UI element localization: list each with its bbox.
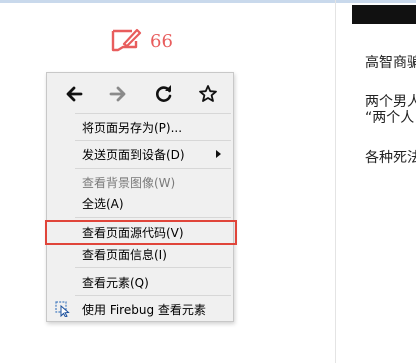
menu-item-label: 全选(A) — [82, 196, 124, 211]
forward-icon — [109, 86, 126, 102]
comment-count: 66 — [150, 30, 173, 52]
bookmark-star-icon — [199, 85, 217, 102]
bookmark-button[interactable] — [191, 79, 225, 109]
menu-item-select-all[interactable]: 全选(A) — [47, 192, 233, 214]
comment-counter[interactable]: 66 — [110, 26, 173, 56]
reload-icon — [156, 85, 172, 102]
menu-item-firebug-inspect[interactable]: 使用 Firebug 查看元素 — [47, 298, 233, 320]
context-menu: 将页面另存为(P)... 发送页面到设备(D) 查看背景图像(W) 全选(A) … — [46, 72, 234, 322]
menu-item-label: 使用 Firebug 查看元素 — [82, 302, 206, 317]
menu-item-label: 查看页面信息(I) — [82, 247, 167, 262]
reload-button[interactable] — [147, 79, 181, 109]
menu-separator — [75, 113, 231, 114]
article-line: “两个人 — [365, 110, 415, 126]
highlight-annotation-box — [45, 220, 237, 245]
menu-item-save-page-as[interactable]: 将页面另存为(P)... — [47, 116, 233, 138]
menu-item-view-page-info[interactable]: 查看页面信息(I) — [47, 243, 233, 265]
comment-icon — [111, 28, 142, 52]
article-line: 高智商骗 — [365, 55, 416, 71]
back-button[interactable] — [57, 79, 91, 109]
menu-item-inspect-element[interactable]: 查看元素(Q) — [47, 271, 233, 293]
menu-separator — [75, 217, 231, 218]
menu-separator — [75, 140, 231, 141]
context-menu-nav-row — [47, 79, 233, 109]
menu-item-label: 查看背景图像(W) — [82, 175, 176, 190]
menu-item-view-background-image: 查看背景图像(W) — [47, 171, 233, 193]
browser-top-strip — [0, 0, 416, 3]
article-line: 各种死法 — [365, 150, 416, 166]
column-divider — [335, 0, 336, 363]
forward-button[interactable] — [101, 79, 135, 109]
menu-separator — [75, 267, 231, 268]
menu-item-label: 查看元素(Q) — [82, 275, 149, 290]
menu-separator — [75, 295, 231, 296]
back-icon — [66, 86, 83, 102]
menu-item-label: 将页面另存为(P)... — [82, 120, 183, 135]
menu-item-label: 发送页面到设备(D) — [82, 147, 185, 162]
header-bar-block — [352, 5, 416, 24]
submenu-arrow-icon — [216, 150, 221, 158]
menu-item-send-page-to-device[interactable]: 发送页面到设备(D) — [47, 143, 233, 165]
firebug-inspect-icon — [55, 301, 70, 317]
menu-separator — [75, 168, 231, 169]
